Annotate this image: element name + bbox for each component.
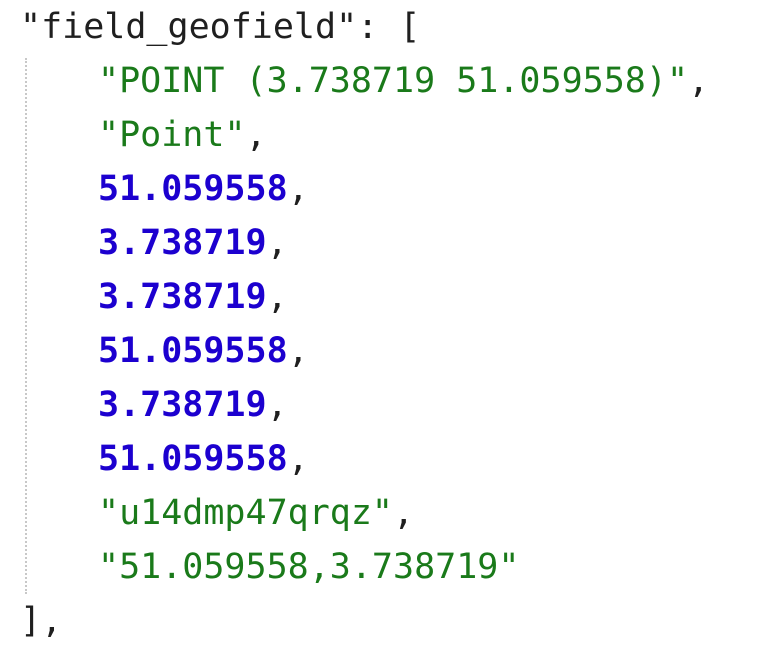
json-number-value: 3.738719 [98,277,267,317]
json-open-bracket: [ [399,7,421,47]
json-string-value: "51.059558,3.738719" [98,547,520,587]
json-array-item: 51.059558, [98,162,309,216]
json-comma: , [266,385,288,425]
json-array-item: 51.059558, [98,324,309,378]
json-array-item: 51.059558, [98,432,309,486]
json-comma: , [287,439,309,479]
json-array-item: 3.738719, [98,270,288,324]
json-string-value: "POINT (3.738719 51.059558)" [98,61,689,101]
json-comma: , [266,223,288,263]
indent-guide [25,58,27,594]
json-comma: , [287,169,309,209]
json-array-item: 3.738719, [98,378,288,432]
json-comma: , [287,331,309,371]
json-comma: , [688,61,710,101]
json-close-line: ], [20,594,62,648]
json-string-value: "Point" [98,115,246,155]
json-close-bracket: ], [20,601,63,641]
json-number-value: 51.059558 [98,169,288,209]
json-number-value: 51.059558 [98,439,288,479]
json-string-value: "u14dmp47qrqz" [98,493,394,533]
json-key: "field_geofield" [20,7,358,47]
json-array-item: "u14dmp47qrqz", [98,486,414,540]
json-array-item: "51.059558,3.738719" [98,540,519,594]
json-array-item: "Point", [98,108,267,162]
json-number-value: 3.738719 [98,385,267,425]
json-number-value: 3.738719 [98,223,267,263]
json-comma: , [266,277,288,317]
json-key-line: "field_geofield": [ [20,0,420,54]
json-comma: , [245,115,267,155]
json-viewer: "field_geofield": [ "POINT (3.738719 51.… [0,0,767,648]
json-number-value: 51.059558 [98,331,288,371]
json-comma: , [393,493,415,533]
json-colon: : [357,7,400,47]
json-array-item: "POINT (3.738719 51.059558)", [98,54,709,108]
json-array-item: 3.738719, [98,216,288,270]
